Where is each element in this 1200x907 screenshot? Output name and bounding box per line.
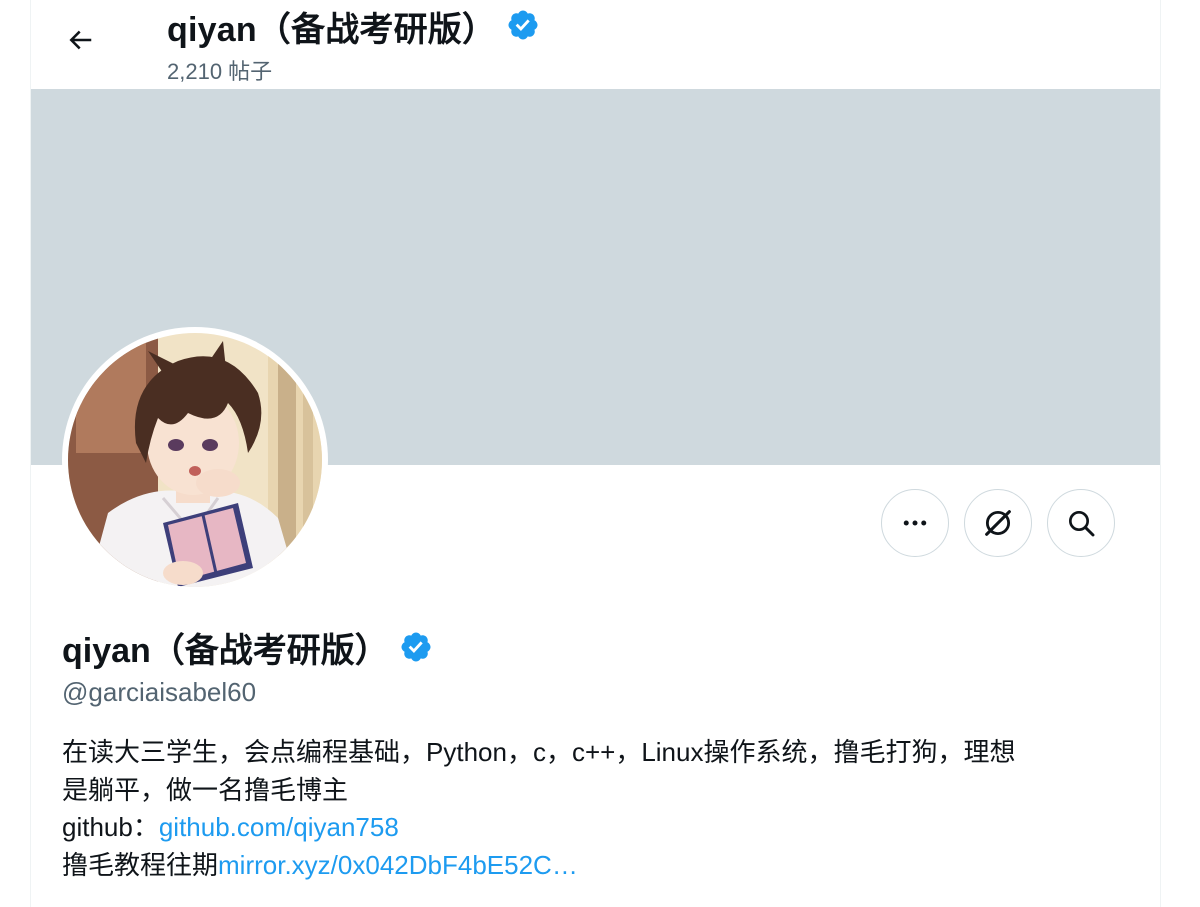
bio-tutorial-line: 撸毛教程往期mirror.xyz/0x042DbF4bE52C… — [62, 847, 1132, 885]
avatar-image — [68, 333, 322, 587]
verified-badge-icon[interactable] — [399, 630, 433, 669]
profile-actions — [881, 489, 1115, 557]
more-button[interactable] — [881, 489, 949, 557]
display-name: qiyan（备战考研版） — [62, 623, 433, 672]
search-icon — [1069, 511, 1095, 537]
github-label: github： — [62, 812, 159, 842]
header-title: qiyan（备战考研版） — [167, 2, 540, 51]
profile-column: qiyan（备战考研版） 2,210 帖子 qiyan（备战考研版） @garc… — [30, 0, 1161, 907]
header-name: qiyan（备战考研版） — [167, 11, 497, 49]
back-button[interactable] — [57, 17, 103, 63]
arrow-left-icon — [69, 30, 92, 50]
search-button[interactable] — [1047, 489, 1115, 557]
verified-badge-icon[interactable] — [506, 8, 540, 47]
bio-github-line: github：github.com/qiyan758 — [62, 809, 1132, 847]
tutorial-label: 撸毛教程往期 — [62, 849, 219, 880]
profile-handle: @garciaisabel60 — [62, 677, 257, 707]
grok-icon — [985, 510, 1011, 536]
tutorial-link[interactable]: mirror.xyz/0x042DbF4bE52C… — [218, 850, 578, 880]
post-count: 2,210 帖子 — [167, 59, 273, 84]
github-link[interactable]: github.com/qiyan758 — [159, 812, 399, 842]
top-bar: qiyan（备战考研版） 2,210 帖子 — [31, 0, 1160, 89]
avatar[interactable] — [62, 327, 328, 593]
profile-name: qiyan（备战考研版） — [62, 632, 389, 670]
more-icon — [903, 520, 927, 526]
bio-line-2: 是躺平，做一名撸毛博主 — [62, 774, 349, 805]
grok-button[interactable] — [964, 489, 1032, 557]
bio-line-1: 在读大三学生，会点编程基础，Python，c，c++，Linux操作系统，撸毛打… — [62, 737, 1016, 767]
profile-bio: 在读大三学生，会点编程基础，Python，c，c++，Linux操作系统，撸毛打… — [62, 734, 1132, 884]
